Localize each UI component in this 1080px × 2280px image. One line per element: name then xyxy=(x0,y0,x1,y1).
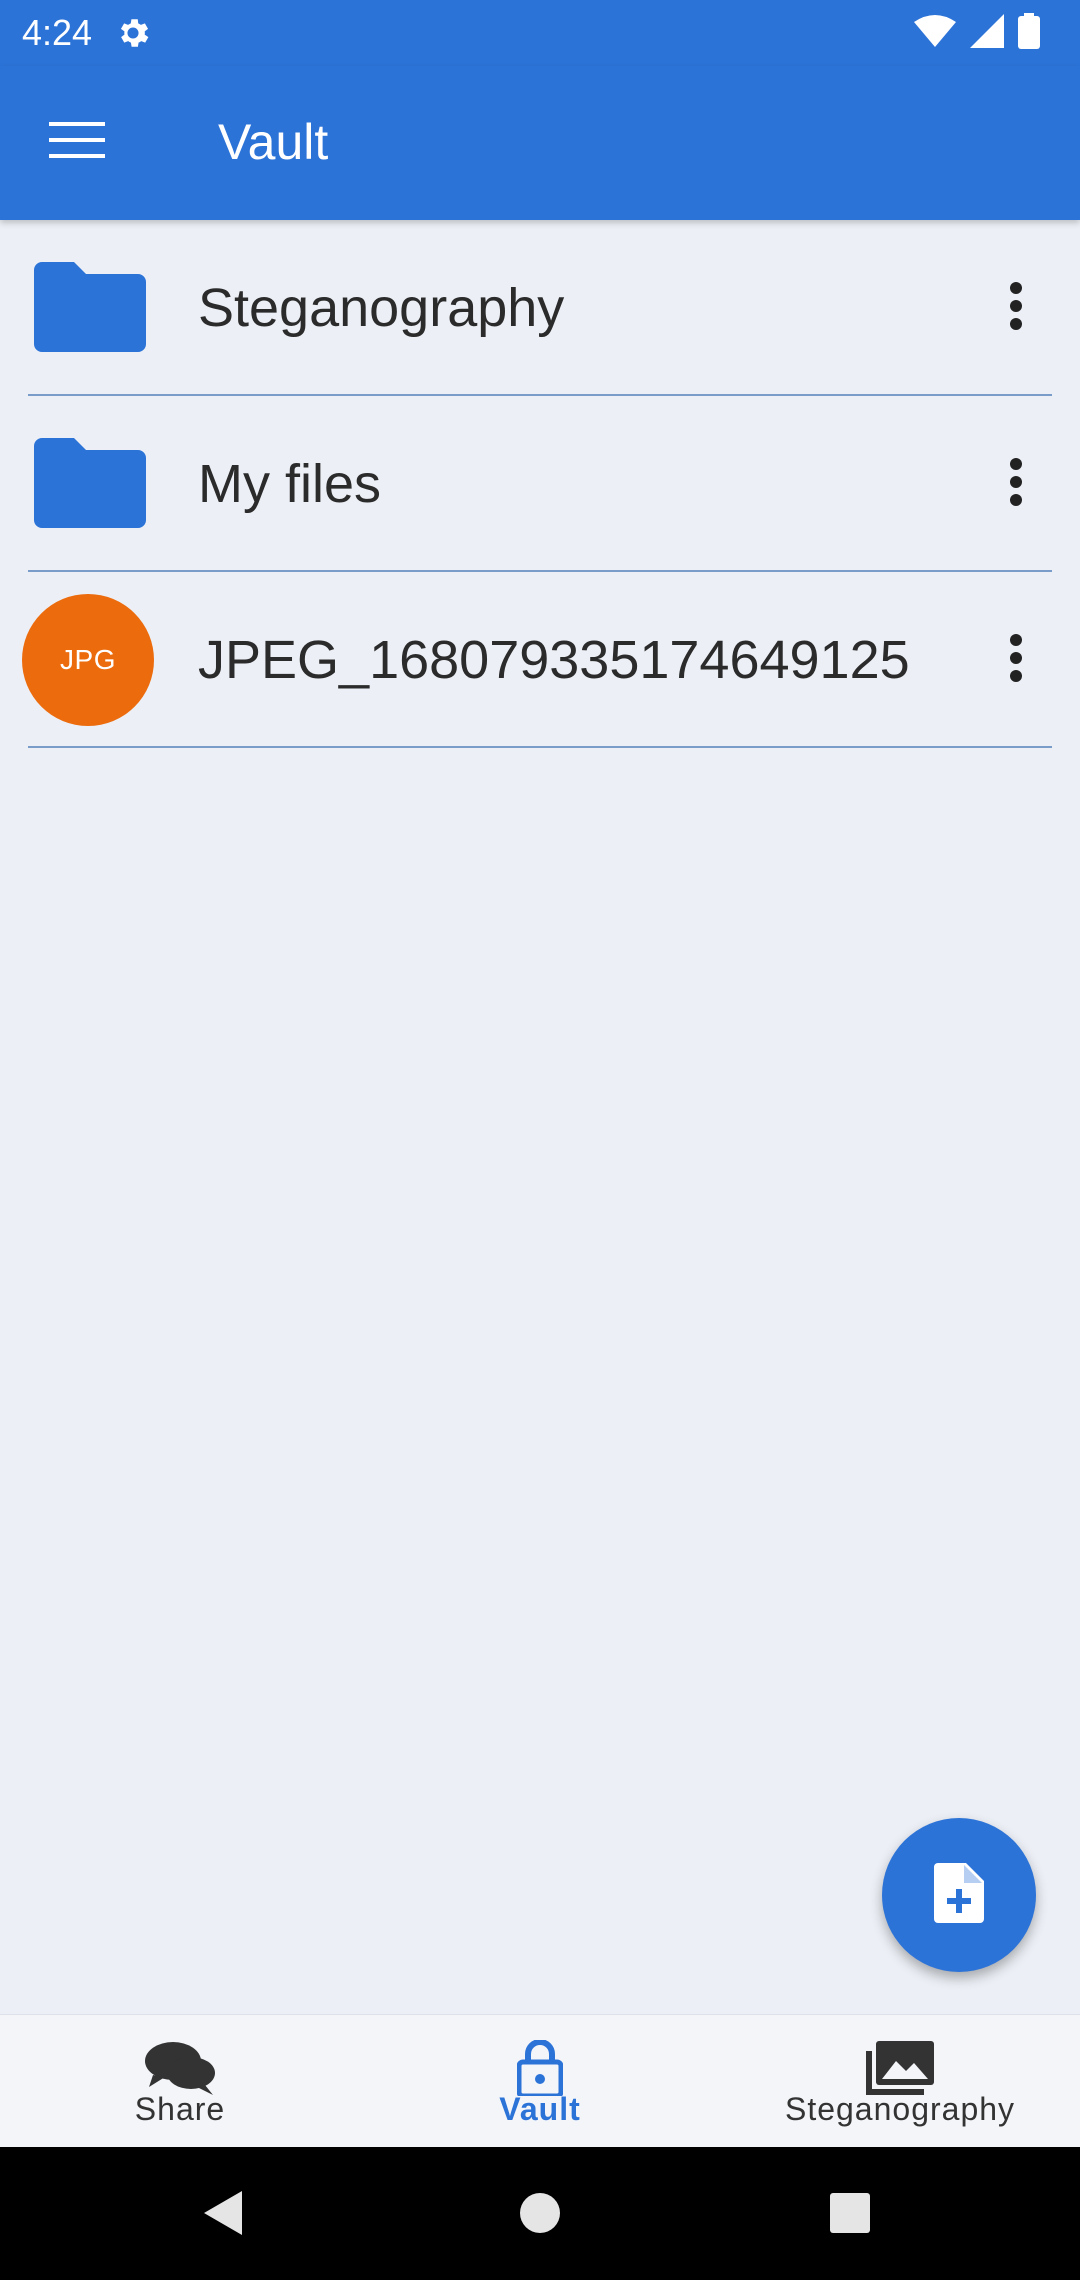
recents-button[interactable] xyxy=(818,2183,882,2247)
chat-bubbles-icon xyxy=(144,2040,216,2096)
more-vertical-icon xyxy=(1009,281,1023,335)
home-button[interactable] xyxy=(508,2183,572,2247)
gear-icon xyxy=(114,14,152,52)
back-triangle-icon xyxy=(200,2189,248,2242)
folder-icon xyxy=(32,433,148,533)
item-label: Steganography xyxy=(198,278,565,338)
nav-steganography[interactable]: Steganography xyxy=(720,2015,1080,2148)
more-options-button[interactable] xyxy=(992,618,1040,702)
recents-square-icon xyxy=(828,2191,872,2240)
nav-label: Vault xyxy=(499,2091,581,2127)
more-options-button[interactable] xyxy=(992,266,1040,350)
nav-share[interactable]: Share xyxy=(0,2015,360,2148)
nav-label: Steganography xyxy=(784,2091,1016,2127)
menu-button[interactable] xyxy=(30,106,124,178)
hamburger-menu-icon xyxy=(49,121,105,163)
item-label: My files xyxy=(198,454,382,514)
item-label: JPEG_1680793351746491​25 xyxy=(198,630,910,690)
app-bar: Vault xyxy=(0,66,1080,220)
photos-icon xyxy=(864,2040,936,2096)
more-options-button[interactable] xyxy=(992,442,1040,526)
status-time: 4:24 xyxy=(22,12,93,53)
bottom-navigation: Share Vault Steganography xyxy=(0,2014,1080,2148)
add-file-icon xyxy=(934,1862,984,1928)
battery-icon xyxy=(1018,12,1040,54)
nav-label: Share xyxy=(134,2091,226,2127)
cellular-signal-icon xyxy=(970,13,1004,53)
lock-icon xyxy=(504,2040,576,2096)
list-item-jpeg-file[interactable]: JPG JPEG_1680793351746491​25 xyxy=(22,572,1052,748)
file-type-badge: JPG xyxy=(22,594,154,726)
file-list: Steganography My files JPG JPEG_16807933… xyxy=(0,220,1080,748)
back-button[interactable] xyxy=(192,2183,256,2247)
nav-vault[interactable]: Vault xyxy=(360,2015,720,2148)
more-vertical-icon xyxy=(1009,457,1023,511)
more-vertical-icon xyxy=(1009,633,1023,687)
folder-icon xyxy=(32,257,148,357)
add-file-button[interactable] xyxy=(882,1818,1036,1972)
wifi-icon xyxy=(914,14,956,53)
system-navigation-bar xyxy=(0,2147,1080,2280)
home-circle-icon xyxy=(518,2191,562,2240)
list-item-my-files-folder[interactable]: My files xyxy=(28,396,1052,572)
list-item-steganography-folder[interactable]: Steganography xyxy=(28,220,1052,396)
status-bar: 4:24 xyxy=(0,0,1080,66)
status-icons xyxy=(914,12,1040,54)
page-title: Vault xyxy=(218,114,329,170)
vault-screen: 4:24 Vault Steganography My files JPG JP… xyxy=(0,0,1080,2280)
